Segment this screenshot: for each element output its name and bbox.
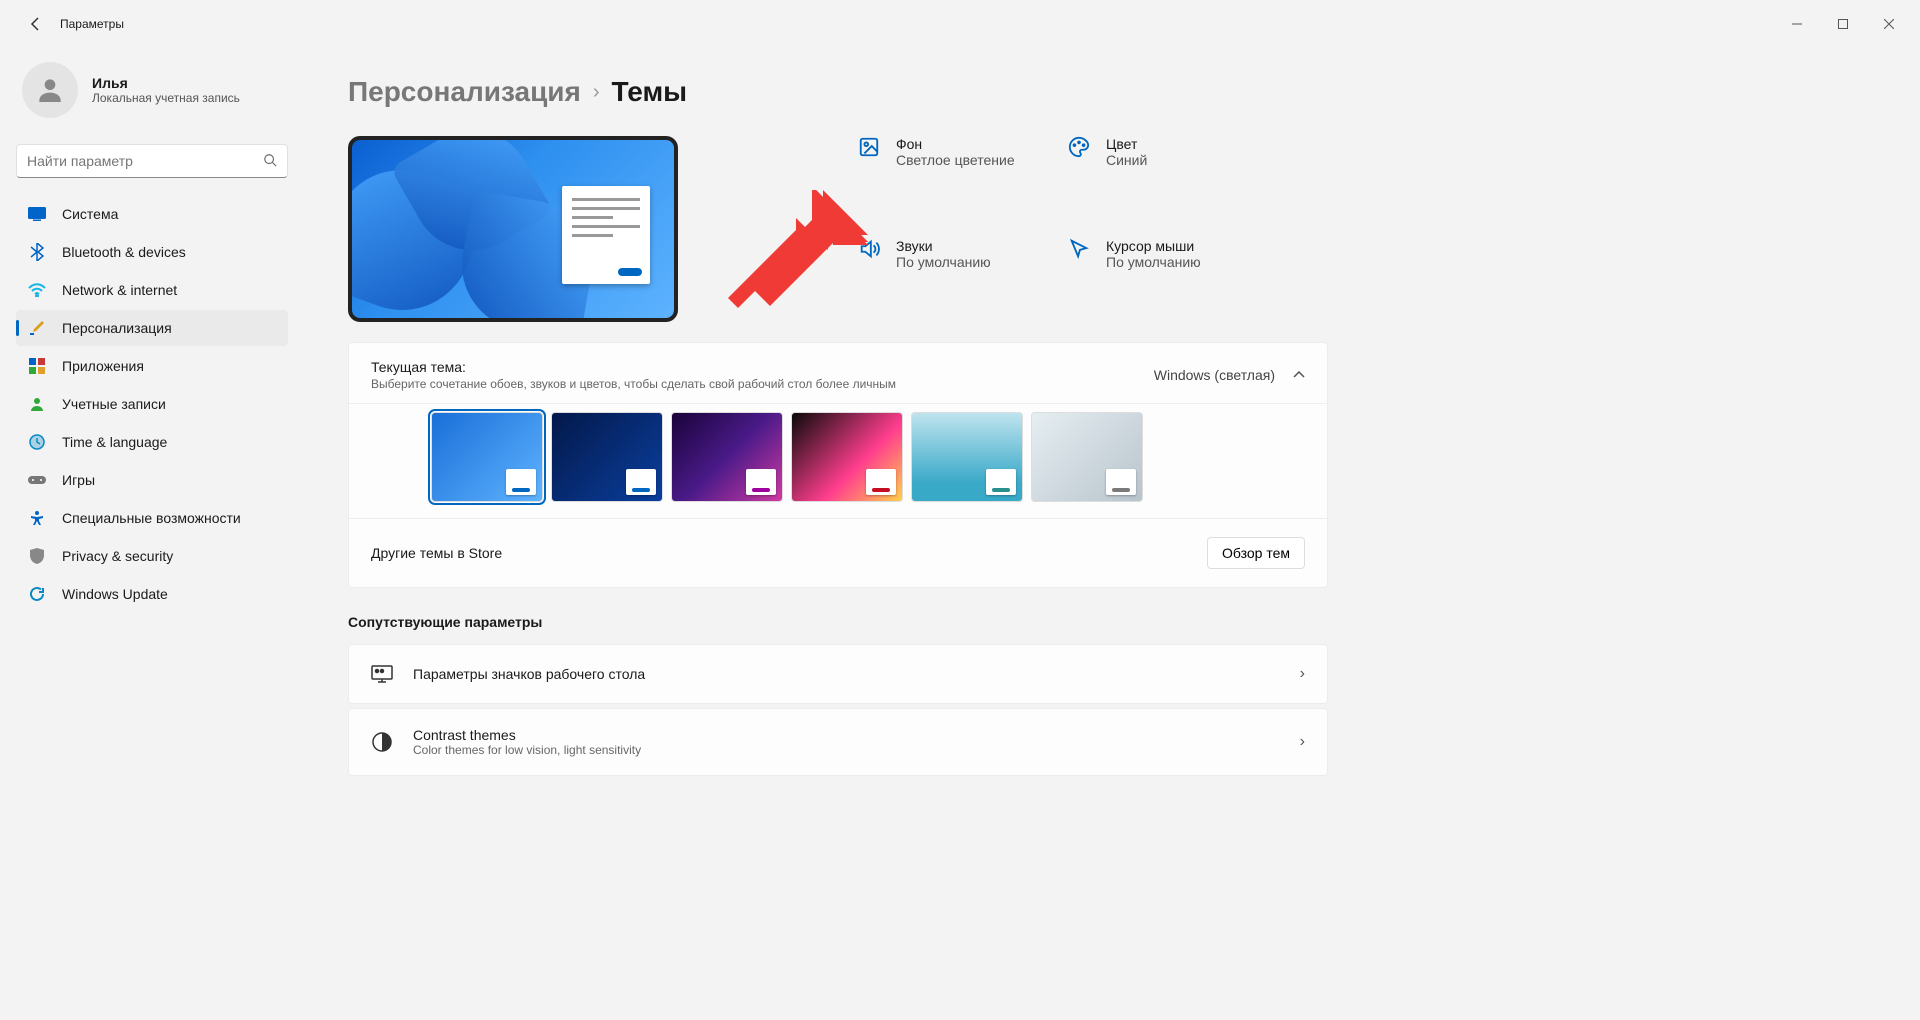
cursor-icon	[1068, 238, 1090, 260]
search-box[interactable]	[16, 144, 288, 178]
nav-accessibility[interactable]: Специальные возможности	[16, 500, 288, 536]
nav-time[interactable]: Time & language	[16, 424, 288, 460]
nav: Система Bluetooth & devices Network & in…	[16, 196, 288, 612]
wifi-icon	[28, 281, 46, 299]
image-icon	[858, 136, 880, 158]
theme-hero: ФонСветлое цветение ЦветСиний ЗвукиПо ум…	[348, 136, 1872, 322]
profile[interactable]: Илья Локальная учетная запись	[16, 48, 288, 144]
clock-icon	[28, 433, 46, 451]
chevron-right-icon: ›	[593, 81, 600, 104]
theme-thumb[interactable]	[1031, 412, 1143, 502]
nav-bluetooth[interactable]: Bluetooth & devices	[16, 234, 288, 270]
close-button[interactable]	[1866, 8, 1912, 40]
bluetooth-icon	[28, 243, 46, 261]
titlebar: Параметры	[0, 0, 1920, 48]
nav-update[interactable]: Windows Update	[16, 576, 288, 612]
nav-accounts[interactable]: Учетные записи	[16, 386, 288, 422]
chevron-right-icon: ›	[1300, 665, 1305, 683]
preview-window-icon	[562, 186, 650, 284]
breadcrumb: Персонализация › Темы	[348, 76, 1872, 108]
nav-network[interactable]: Network & internet	[16, 272, 288, 308]
contrast-themes-row[interactable]: Contrast themesColor themes for low visi…	[348, 708, 1328, 776]
theme-thumb[interactable]	[671, 412, 783, 502]
search-input[interactable]	[27, 153, 263, 169]
store-themes-row: Другие темы в Store Обзор тем	[349, 518, 1327, 587]
related-section-title: Сопутствующие параметры	[348, 614, 1872, 630]
nav-system[interactable]: Система	[16, 196, 288, 232]
sounds-setting[interactable]: ЗвукиПо умолчанию	[858, 238, 1068, 322]
nav-privacy[interactable]: Privacy & security	[16, 538, 288, 574]
nav-personalization[interactable]: Персонализация	[16, 310, 288, 346]
shield-icon	[28, 547, 46, 565]
current-theme-name: Windows (светлая)	[1154, 367, 1275, 383]
maximize-button[interactable]	[1820, 8, 1866, 40]
desktop-icons-row[interactable]: Параметры значков рабочего стола ›	[348, 644, 1328, 704]
window-controls	[1774, 8, 1912, 40]
current-theme-card: Текущая тема: Выберите сочетание обоев, …	[348, 342, 1328, 588]
content: Персонализация › Темы ФонСветлое цветени…	[300, 48, 1920, 1020]
system-icon	[28, 205, 46, 223]
desktop-preview	[348, 136, 678, 322]
palette-icon	[1068, 136, 1090, 158]
search-icon	[263, 153, 277, 170]
profile-name: Илья	[92, 75, 240, 91]
annotation-arrow-icon	[728, 190, 868, 320]
theme-thumb[interactable]	[911, 412, 1023, 502]
chevron-right-icon: ›	[1300, 733, 1305, 751]
theme-thumb[interactable]	[431, 412, 543, 502]
browse-themes-button[interactable]: Обзор тем	[1207, 537, 1305, 569]
background-setting[interactable]: ФонСветлое цветение	[858, 136, 1068, 220]
theme-thumb[interactable]	[791, 412, 903, 502]
theme-thumb[interactable]	[551, 412, 663, 502]
current-theme-header[interactable]: Текущая тема: Выберите сочетание обоев, …	[349, 343, 1327, 403]
back-button[interactable]	[16, 4, 56, 44]
apps-icon	[28, 357, 46, 375]
avatar-icon	[22, 62, 78, 118]
breadcrumb-parent[interactable]: Персонализация	[348, 76, 581, 108]
sidebar: Илья Локальная учетная запись Система Bl…	[0, 48, 300, 1020]
paintbrush-icon	[28, 319, 46, 337]
theme-thumbnails	[349, 403, 1327, 518]
color-setting[interactable]: ЦветСиний	[1068, 136, 1278, 220]
cursor-setting[interactable]: Курсор мышиПо умолчанию	[1068, 238, 1278, 322]
minimize-button[interactable]	[1774, 8, 1820, 40]
nav-gaming[interactable]: Игры	[16, 462, 288, 498]
update-icon	[28, 585, 46, 603]
chevron-up-icon	[1293, 368, 1305, 382]
gamepad-icon	[28, 471, 46, 489]
nav-apps[interactable]: Приложения	[16, 348, 288, 384]
person-icon	[28, 395, 46, 413]
profile-sub: Локальная учетная запись	[92, 91, 240, 105]
window-title: Параметры	[60, 17, 124, 31]
accessibility-icon	[28, 509, 46, 527]
breadcrumb-current: Темы	[612, 76, 688, 108]
desktop-icons-icon	[371, 663, 393, 685]
theme-properties: ФонСветлое цветение ЦветСиний ЗвукиПо ум…	[858, 136, 1278, 322]
contrast-icon	[371, 731, 393, 753]
